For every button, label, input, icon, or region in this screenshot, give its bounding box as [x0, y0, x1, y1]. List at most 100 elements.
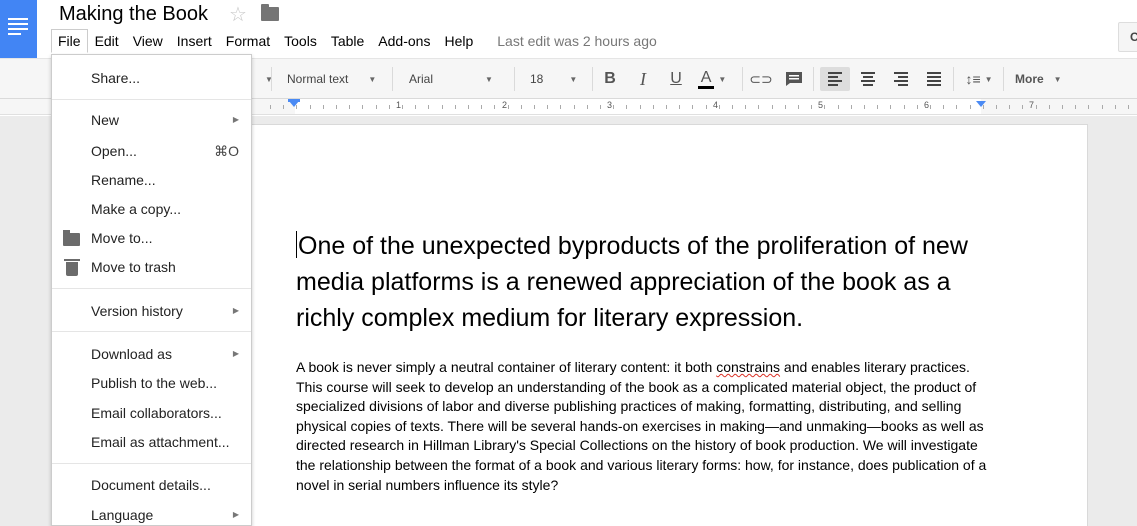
ruler-number: 2	[502, 100, 508, 110]
ruler-tick	[600, 105, 601, 109]
menu-file[interactable]: File	[51, 29, 88, 53]
ruler-tick	[996, 105, 997, 109]
ruler-tick	[626, 105, 628, 109]
italic-button[interactable]: I	[630, 67, 656, 91]
ruler-tick	[850, 105, 852, 109]
menu-insert[interactable]: Insert	[170, 29, 219, 53]
menu-item-label: Email as attachment...	[91, 434, 230, 450]
ruler-tick	[982, 105, 984, 109]
ruler-tick	[718, 105, 720, 109]
menu-help[interactable]: Help	[437, 29, 480, 53]
menu-table[interactable]: Table	[324, 29, 371, 53]
docs-home-icon[interactable]	[0, 0, 37, 58]
menu-item-move-to[interactable]: Move to...	[52, 225, 251, 251]
menu-item-language[interactable]: Language ▶	[52, 502, 251, 526]
menu-item-document-details[interactable]: Document details...	[52, 472, 251, 498]
link-icon[interactable]: ⊂⊃	[748, 67, 774, 91]
ruler-tick	[903, 105, 905, 109]
text-color-button[interactable]: A ▼	[695, 67, 729, 91]
folder-icon[interactable]	[261, 4, 279, 21]
menu-item-version-history[interactable]: Version history ▶	[52, 298, 251, 324]
align-left-button[interactable]	[820, 67, 850, 91]
style-dropdown[interactable]: Normal text ▼	[287, 59, 376, 99]
ruler-tick	[573, 105, 575, 109]
line-spacing-icon[interactable]: ↕≡ ▼	[960, 67, 998, 91]
menu-item-label: Document details...	[91, 477, 211, 493]
document-heading[interactable]: One of the unexpected byproducts of the …	[296, 228, 976, 336]
right-indent-marker[interactable]	[976, 101, 986, 107]
font-size-dropdown[interactable]: 18 ▼	[530, 59, 577, 99]
menu-item-download-as[interactable]: Download as ▶	[52, 341, 251, 367]
ruler-tick	[1022, 105, 1024, 109]
ruler-tick	[309, 105, 311, 109]
menu-item-make-copy[interactable]: Make a copy...	[52, 196, 251, 222]
ruler-tick	[798, 105, 799, 109]
ruler-tick	[586, 105, 588, 109]
bold-button[interactable]: B	[597, 67, 623, 91]
underline-button[interactable]: U	[663, 67, 689, 91]
menu-item-share[interactable]: Share...	[52, 65, 251, 91]
ruler-tick	[1101, 105, 1103, 109]
ruler-number: 1	[396, 100, 402, 110]
text-cursor	[296, 231, 297, 258]
ruler-tick	[732, 105, 733, 109]
menu-tools[interactable]: Tools	[277, 29, 324, 53]
align-center-button[interactable]	[855, 67, 881, 91]
star-icon[interactable]: ☆	[229, 2, 247, 27]
comments-button[interactable]: C	[1118, 22, 1137, 52]
ruler-tick	[454, 105, 456, 109]
menu-edit[interactable]: Edit	[88, 29, 126, 53]
align-justify-button[interactable]	[921, 67, 947, 91]
menu-item-publish-web[interactable]: Publish to the web...	[52, 370, 251, 396]
last-edit-link[interactable]: Last edit was 2 hours ago	[497, 33, 657, 49]
ruler-number: 5	[818, 100, 824, 110]
ruler-tick	[507, 105, 509, 109]
ruler-tick	[824, 105, 826, 109]
menu-format[interactable]: Format	[219, 29, 277, 53]
comment-icon[interactable]	[781, 67, 807, 91]
ruler-tick	[1114, 105, 1116, 109]
folder-icon	[63, 230, 80, 246]
ruler-tick	[811, 105, 813, 109]
document-body[interactable]: A book is never simply a neutral contain…	[296, 358, 991, 495]
ruler-tick	[1128, 105, 1129, 109]
menu-item-move-to-trash[interactable]: Move to trash	[52, 254, 251, 280]
ruler-tick	[322, 105, 324, 109]
ruler-tick	[534, 105, 535, 109]
ruler-tick	[890, 105, 892, 109]
menu-item-label: Publish to the web...	[91, 375, 218, 391]
text-color-label: A	[697, 69, 715, 89]
menu-item-label: Email collaborators...	[91, 405, 222, 421]
ruler-tick	[349, 105, 351, 109]
menu-item-email-collaborators[interactable]: Email collaborators...	[52, 400, 251, 426]
menu-item-label: Version history	[91, 303, 183, 319]
ruler-tick	[652, 105, 654, 109]
ruler-number: 4	[713, 100, 719, 110]
ruler-tick	[362, 105, 364, 109]
document-title[interactable]: Making the Book	[59, 3, 208, 26]
font-dropdown[interactable]: Arial ▼	[409, 59, 493, 99]
ruler-tick	[402, 105, 403, 109]
ruler-tick	[428, 105, 430, 109]
ruler-tick	[441, 105, 443, 109]
ruler-tick	[336, 105, 337, 109]
menu-item-new[interactable]: New ▶	[52, 107, 251, 133]
menu-view[interactable]: View	[126, 29, 170, 53]
menu-item-open[interactable]: Open... ⌘O	[52, 138, 251, 164]
menu-item-rename[interactable]: Rename...	[52, 167, 251, 193]
style-dropdown-value: Normal text	[287, 72, 349, 86]
ruler-number: 3	[607, 100, 613, 110]
align-right-button[interactable]	[888, 67, 914, 91]
ruler-tick	[956, 105, 958, 109]
spelling-error[interactable]: constrains	[716, 359, 780, 375]
ruler-tick	[415, 105, 417, 109]
ruler-tick	[969, 105, 971, 109]
ruler-tick	[520, 105, 522, 109]
ruler-tick	[758, 105, 760, 109]
menu-item-email-attachment[interactable]: Email as attachment...	[52, 429, 251, 455]
menu-addons[interactable]: Add-ons	[371, 29, 437, 53]
more-button[interactable]: More ▼	[1015, 59, 1062, 99]
trash-icon	[64, 259, 80, 276]
left-indent-marker[interactable]	[289, 101, 299, 107]
menu-item-label: Download as	[91, 346, 172, 362]
